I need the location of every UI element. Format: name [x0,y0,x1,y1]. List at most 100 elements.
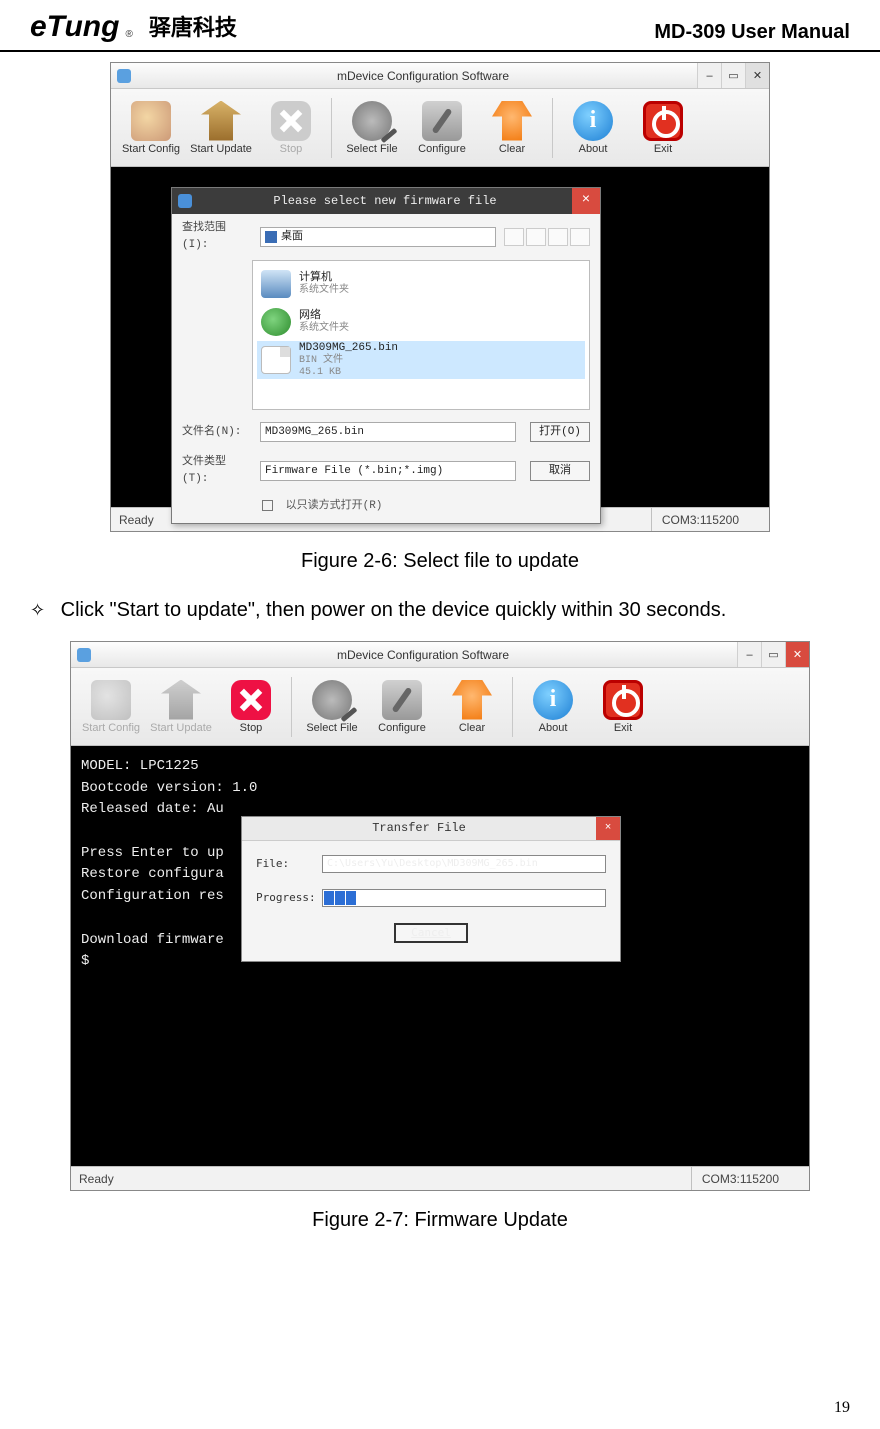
minimize-button[interactable]: ‒ [737,642,761,667]
status-com: COM3:115200 [651,508,761,531]
label: About [579,143,608,155]
stop-button[interactable]: Stop [257,93,325,163]
logo-registered: ® [125,29,132,40]
about-button[interactable]: About [519,672,587,742]
toolbar-separator [291,677,292,737]
console-area: MODEL: LPC1225 Bootcode version: 1.0 Rel… [71,746,809,1166]
look-in-label: 查找范围(I): [182,220,252,254]
start-update-button[interactable]: Start Update [147,672,215,742]
label: Start Config [122,143,180,155]
look-in-select[interactable]: 桌面 [260,227,496,247]
minimize-button[interactable]: ‒ [697,63,721,88]
select-file-button[interactable]: Select File [338,93,406,163]
console-line: MODEL: LPC1225 [81,756,799,778]
window-title: mDevice Configuration Software [97,648,809,662]
start-config-icon [131,101,171,141]
nav-up-icon[interactable] [526,228,546,246]
look-in-value: 桌面 [281,229,303,246]
maximize-button[interactable]: ▭ [761,642,785,667]
exit-button[interactable]: Exit [629,93,697,163]
configure-icon [422,101,462,141]
label: About [539,722,568,734]
readonly-label: 以只读方式打开(R) [286,500,383,512]
clear-icon [492,101,532,141]
label: Configure [418,143,466,155]
window-controls: ‒ ▭ ✕ [737,642,809,667]
start-config-button[interactable]: Start Config [77,672,145,742]
label: Select File [306,722,357,734]
exit-icon [603,680,643,720]
screenshot-firmware-update: mDevice Configuration Software ‒ ▭ ✕ Sta… [70,641,810,1191]
bullet-icon: ✧ [30,600,45,620]
configure-icon [382,680,422,720]
main-toolbar: Start Config Start Update Stop Select Fi… [71,668,809,746]
transfer-dialog: Transfer File × File: C:\Users\Yu\Deskto… [241,816,621,962]
select-file-icon [312,680,352,720]
nav-back-icon[interactable] [504,228,524,246]
list-item[interactable]: 网络 系统文件夹 [257,303,585,341]
label: Clear [499,143,525,155]
filename-input[interactable]: MD309MG_265.bin [260,422,516,442]
status-com: COM3:115200 [691,1167,801,1190]
instruction-paragraph: ✧ Click "Start to update", then power on… [30,595,850,625]
configure-button[interactable]: Configure [408,93,476,163]
about-button[interactable]: About [559,93,627,163]
file-list[interactable]: 计算机 系统文件夹 网络 系统文件夹 MD3 [252,260,590,410]
progress-segment [335,891,345,905]
stop-button[interactable]: Stop [217,672,285,742]
label: Exit [654,143,672,155]
readonly-checkbox[interactable] [262,500,273,511]
main-toolbar: Start Config Start Update Stop Select Fi… [111,89,769,167]
nav-newfolder-icon[interactable] [548,228,568,246]
filetype-row: 文件类型(T): Firmware File (*.bin;*.img) 取消 [172,448,600,494]
start-config-button[interactable]: Start Config [117,93,185,163]
network-icon [261,308,291,336]
item-text: 网络 系统文件夹 [299,310,349,335]
app-icon [77,648,91,662]
start-update-button[interactable]: Start Update [187,93,255,163]
nav-view-icon[interactable] [570,228,590,246]
desktop-icon [265,231,277,243]
label: Clear [459,722,485,734]
brand-chinese: 驿唐科技 [149,10,237,42]
about-icon [573,101,613,141]
logo-text: eTung [30,10,119,44]
open-button[interactable]: 打开(O) [530,422,590,442]
nav-icons [504,228,590,246]
transfer-title: Transfer File [242,819,596,838]
transfer-title-bar: Transfer File × [242,817,620,841]
instruction-text: Click "Start to update", then power on t… [61,599,727,621]
filename-row: 文件名(N): MD309MG_265.bin 打开(O) [172,416,600,448]
label: Select File [346,143,397,155]
file-open-dialog: Please select new firmware file × 查找范围(I… [171,187,601,524]
page-number: 19 [834,1399,850,1417]
clear-button[interactable]: Clear [478,93,546,163]
list-item[interactable]: 计算机 系统文件夹 [257,265,585,303]
window-title-bar: mDevice Configuration Software ‒ ▭ ✕ [111,63,769,89]
figure2-caption: Figure 2-7: Firmware Update [30,1209,850,1232]
filetype-select[interactable]: Firmware File (*.bin;*.img) [260,461,516,481]
close-button[interactable]: ✕ [785,642,809,667]
screenshot-select-file: mDevice Configuration Software ‒ ▭ ✕ Sta… [110,62,770,532]
progress-segment [324,891,334,905]
filetype-label: 文件类型(T): [182,454,252,488]
clear-button[interactable]: Clear [438,672,506,742]
window-title: mDevice Configuration Software [137,69,769,83]
figure1-caption: Figure 2-6: Select file to update [30,550,850,573]
cancel-button[interactable]: 取消 [530,461,590,481]
select-file-button[interactable]: Select File [298,672,366,742]
readonly-row: 以只读方式打开(R) [172,494,600,523]
window-controls: ‒ ▭ ✕ [697,63,769,88]
list-item-selected[interactable]: MD309MG_265.bin BIN 文件 45.1 KB [257,341,585,379]
configure-button[interactable]: Configure [368,672,436,742]
filename-label: 文件名(N): [182,424,252,441]
close-button[interactable]: ✕ [745,63,769,88]
transfer-cancel-button[interactable]: Cancel [394,923,468,943]
exit-button[interactable]: Exit [589,672,657,742]
page-content: mDevice Configuration Software ‒ ▭ ✕ Sta… [0,52,880,1232]
file-path-input[interactable]: C:\Users\Yu\Desktop\MD309MG_265.bin [322,855,606,873]
transfer-close-button[interactable]: × [596,817,620,840]
maximize-button[interactable]: ▭ [721,63,745,88]
toolbar-separator [552,98,553,158]
dialog-close-button[interactable]: × [572,188,600,214]
